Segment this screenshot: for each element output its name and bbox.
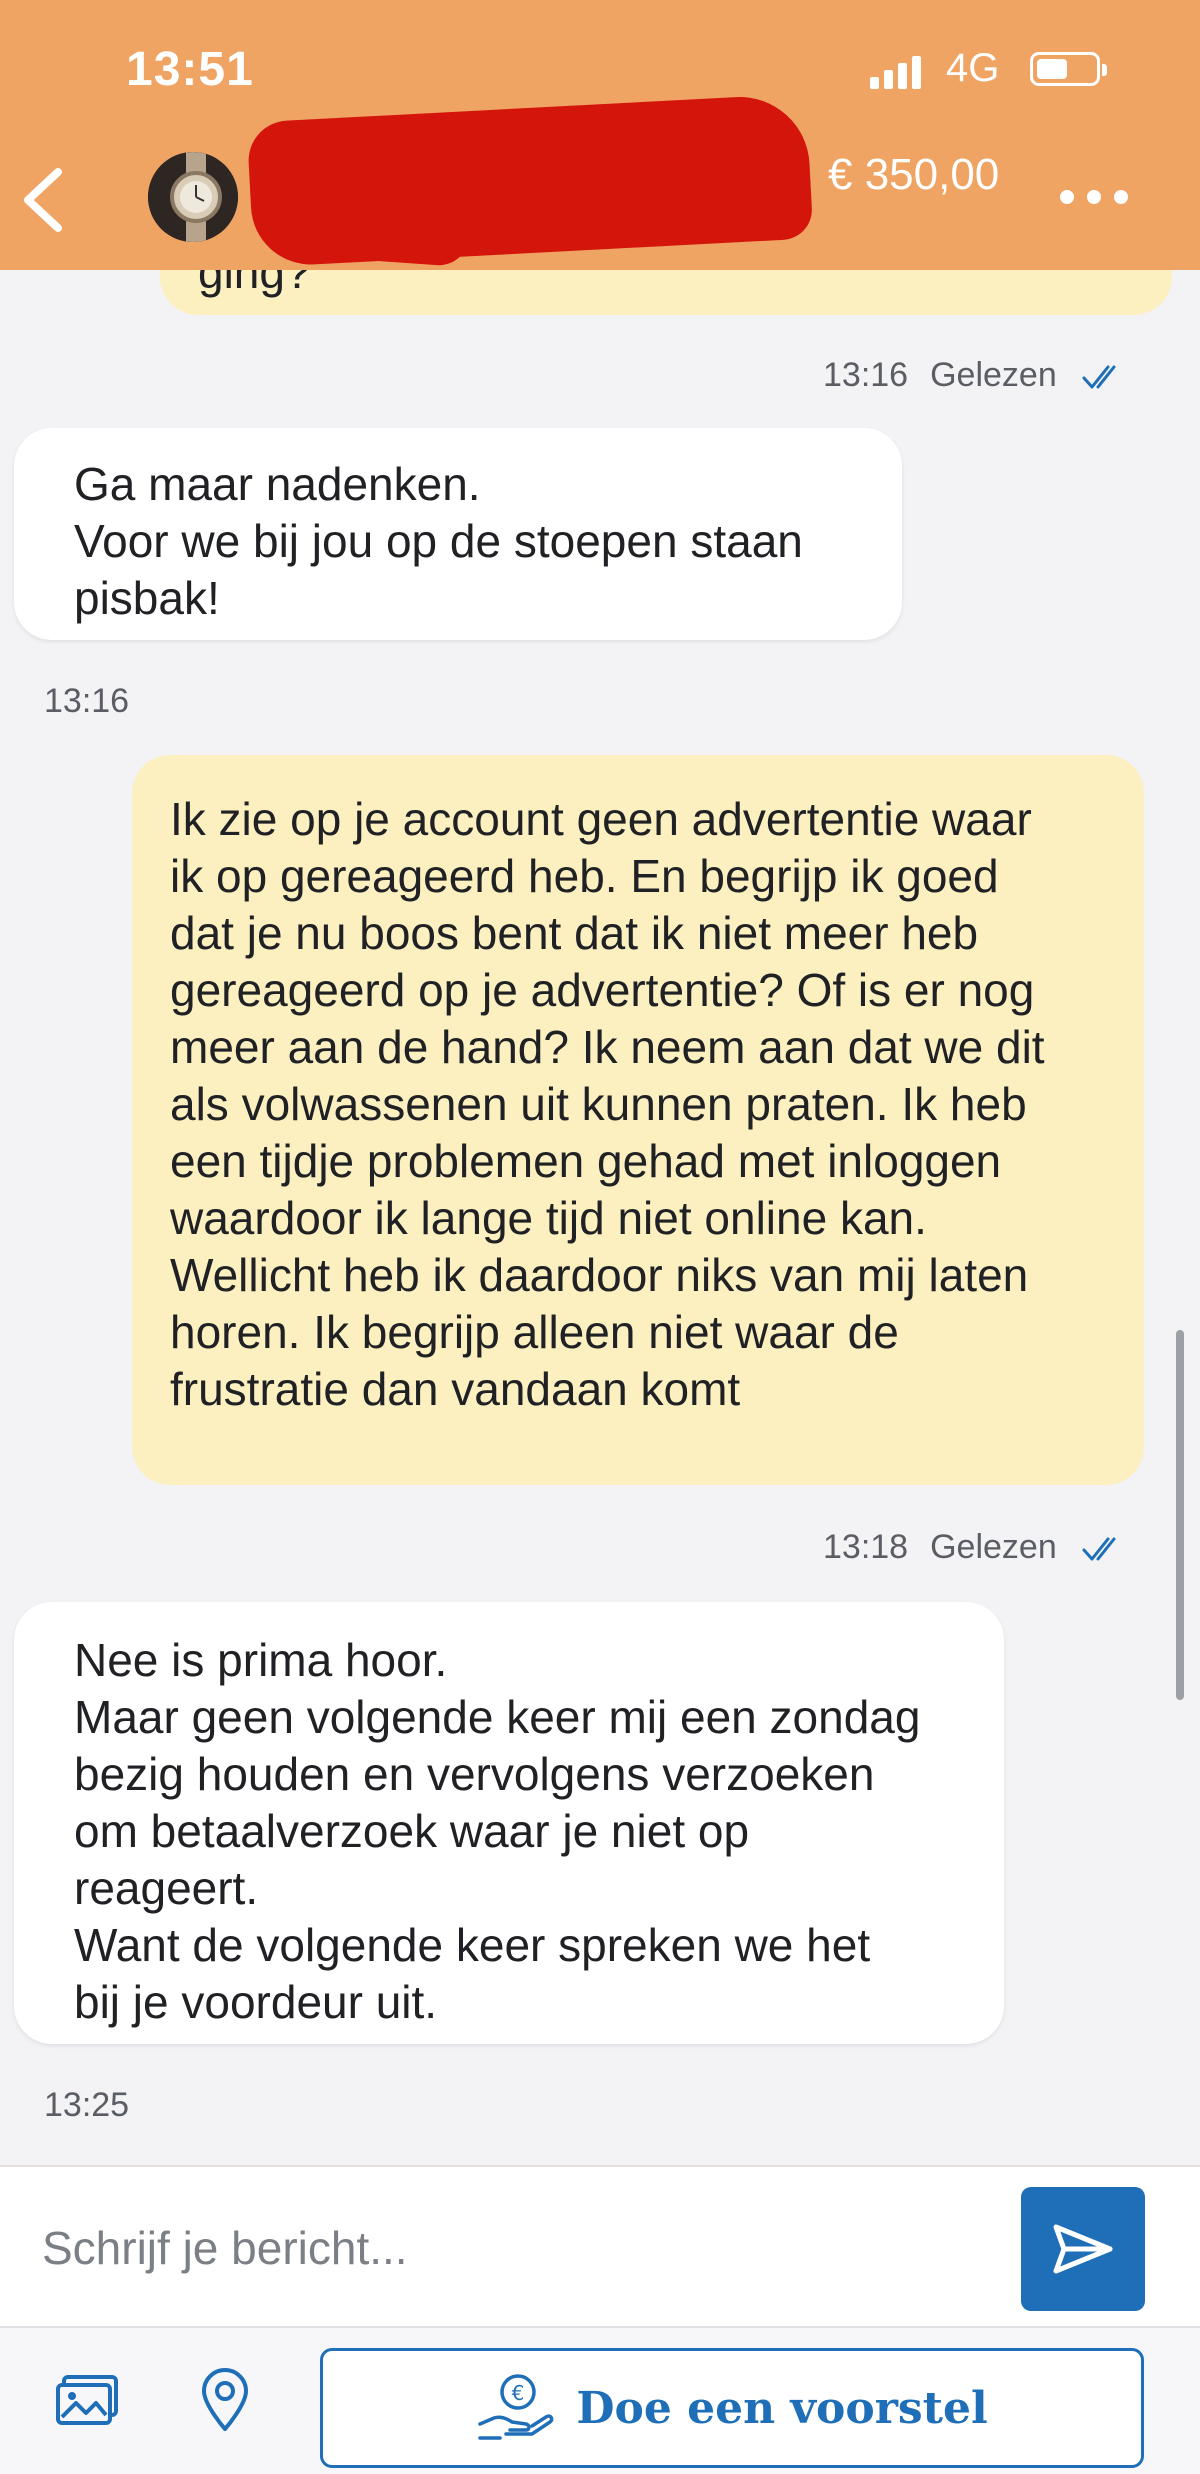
message-line: pisbak!: [74, 572, 220, 624]
message-line: Wellicht heb ik daardoor niks van mij la…: [170, 1249, 1029, 1301]
message-line: waardoor ik lange tijd niet online kan.: [170, 1192, 927, 1244]
message-time: 13:16: [823, 356, 909, 394]
read-status: Gelezen: [930, 1528, 1057, 1566]
message-bubble-outgoing[interactable]: Ik zie op je account geen advertentie wa…: [132, 755, 1144, 1485]
app-header: 13:51 4G € 350,00: [0, 0, 1200, 270]
message-bubble-incoming[interactable]: Ga maar nadenken. Voor we bij jou op de …: [14, 428, 902, 640]
chat-thread[interactable]: ging? 13:16 Gelezen Ga maar nadenken. Voo…: [0, 270, 1200, 2165]
location-pin-icon: [202, 2368, 248, 2431]
message-time: 13:25: [44, 2086, 130, 2124]
more-options-button[interactable]: [1060, 190, 1128, 204]
message-text: ging?: [198, 270, 311, 298]
double-check-icon: [1082, 365, 1116, 389]
photos-button[interactable]: [48, 2360, 128, 2440]
bottom-toolbar: € Doe een voorstel: [0, 2326, 1200, 2474]
message-line: reageert.: [74, 1862, 259, 1914]
send-icon: [1053, 2224, 1113, 2274]
read-status: Gelezen: [930, 356, 1057, 394]
message-line: Maar geen volgende keer mij een zondag: [74, 1691, 921, 1743]
back-button[interactable]: [10, 160, 80, 240]
message-composer: [0, 2165, 1200, 2327]
message-input[interactable]: [40, 2207, 984, 2289]
message-time: 13:16: [44, 682, 130, 720]
message-line: Nee is prima hoor.: [74, 1634, 448, 1686]
message-line: bezig houden en vervolgens verzoeken: [74, 1748, 875, 1800]
make-offer-label: Doe een voorstel: [576, 2382, 988, 2434]
scrollbar[interactable]: [1176, 1330, 1184, 1700]
message-line: Ga maar nadenken.: [74, 458, 481, 510]
message-line: Want de volgende keer spreken we het: [74, 1919, 871, 1971]
message-line: om betaalverzoek waar je niet op: [74, 1805, 750, 1857]
message-bubble-incoming[interactable]: Nee is prima hoor. Maar geen volgende ke…: [14, 1602, 1004, 2044]
hand-euro-icon: €: [478, 2374, 554, 2440]
status-time: 13:51: [126, 43, 254, 96]
avatar[interactable]: [148, 152, 238, 242]
message-line: horen. Ik begrijp alleen niet waar de: [170, 1306, 899, 1358]
message-line: bij je voordeur uit.: [74, 1976, 438, 2028]
chevron-left-icon: [24, 168, 62, 232]
location-button[interactable]: [185, 2360, 265, 2440]
message-line: dat je nu boos bent dat ik niet meer heb: [170, 907, 979, 959]
more-dots-icon: [1060, 190, 1074, 204]
battery-icon: [1030, 52, 1107, 86]
message-meta: 13:18 Gelezen: [823, 1528, 1126, 1567]
message-line: ik op gereageerd heb. En begrijp ik goed: [170, 850, 999, 902]
make-offer-button[interactable]: € Doe een voorstel: [320, 2348, 1144, 2468]
watch-avatar: [148, 152, 238, 242]
message-line: Voor we bij jou op de stoepen staan: [74, 515, 803, 567]
photos-icon: [56, 2375, 118, 2425]
message-line: gereageerd op je advertentie? Of is er n…: [170, 964, 1035, 1016]
message-bubble-outgoing: [160, 270, 1172, 315]
message-time: 13:18: [823, 1528, 909, 1566]
message-line: een tijdje problemen gehad met inloggen: [170, 1135, 1002, 1187]
svg-text:€: €: [512, 2381, 525, 2405]
redaction-scribble: [257, 167, 473, 268]
message-meta: 13:16 Gelezen: [823, 356, 1126, 395]
message-line: meer aan de hand? Ik neem aan dat we dit: [170, 1021, 1045, 1073]
listing-price: € 350,00: [828, 150, 1000, 199]
network-type: 4G: [946, 46, 1000, 90]
message-line: frustratie dan vandaan komt: [170, 1363, 741, 1415]
signal-icon: [870, 55, 921, 89]
message-line: Ik zie op je account geen advertentie wa…: [170, 793, 1032, 845]
send-button[interactable]: [1021, 2187, 1145, 2311]
double-check-icon: [1082, 1537, 1116, 1561]
message-line: als volwassenen uit kunnen praten. Ik he…: [170, 1078, 1027, 1130]
